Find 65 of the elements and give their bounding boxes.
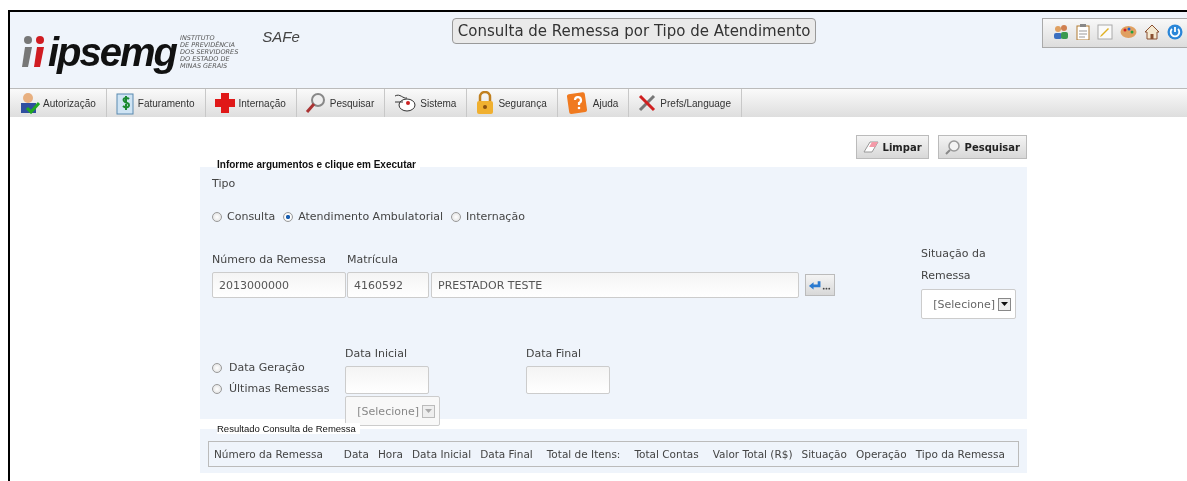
radio-label: Consulta	[227, 210, 276, 223]
radio-label: Atendimento Ambulatorial	[298, 210, 444, 223]
users-icon[interactable]	[1053, 24, 1069, 40]
app-name: SAFe	[262, 28, 300, 45]
menu-item[interactable]: Pesquisar	[296, 89, 386, 117]
pencil-icon[interactable]	[1097, 24, 1113, 40]
field-label: Data Inicial	[345, 347, 408, 360]
field-label: Situação da Remessa	[921, 246, 987, 284]
field-label: Número da Remessa	[212, 253, 327, 266]
radio-button[interactable]	[212, 211, 222, 222]
field-label: Tipo	[212, 177, 237, 190]
input-field[interactable]: 4160592	[347, 272, 429, 298]
column-header: Total Contas	[634, 448, 699, 460]
home-icon[interactable]	[1144, 24, 1160, 40]
radio-button[interactable]	[451, 211, 462, 222]
input-field[interactable]: PRESTADOR TESTE	[431, 272, 799, 298]
radio-label: Data Geração	[229, 361, 305, 374]
column-header: Total de Itens:	[546, 448, 621, 460]
menu-item[interactable]: Prefs/Language	[629, 89, 742, 117]
select-field[interactable]: [Selecione]	[921, 289, 1016, 319]
column-header: Hora	[377, 448, 403, 460]
page-title: Consulta de Remessa por Tipo de Atendimento	[451, 18, 817, 44]
user-check-icon	[18, 92, 40, 114]
palette-icon[interactable]	[1120, 25, 1137, 39]
column-header: Tipo da Remessa	[915, 448, 1005, 460]
column-header: Operação	[855, 448, 907, 460]
column-header: Número da Remessa	[214, 448, 323, 460]
search-icon	[304, 92, 327, 114]
menu-item[interactable]: Internação	[205, 89, 297, 117]
column-header: Data	[343, 448, 369, 460]
clear-button[interactable]: Limpar	[855, 135, 929, 159]
menu-item[interactable]: Faturamento	[106, 89, 206, 117]
menu-item[interactable]: Sistema	[385, 89, 468, 117]
date-field[interactable]	[526, 366, 610, 394]
eraser-icon	[862, 140, 879, 154]
dollar-document-icon	[114, 91, 135, 115]
column-header: Situação	[801, 448, 847, 460]
radio-button[interactable]	[212, 362, 222, 373]
search-button[interactable]: Pesquisar	[937, 135, 1027, 159]
lock-icon	[475, 91, 496, 115]
cross-icon	[213, 92, 236, 114]
radio-label: Internação	[466, 210, 525, 223]
lookup-button[interactable]	[805, 274, 835, 296]
form-legend: Informe argumentos e clique em Executar	[217, 159, 420, 170]
column-header: Data Inicial	[412, 448, 472, 460]
search-icon	[944, 139, 961, 155]
input-field[interactable]: 2013000000	[212, 272, 346, 298]
date-field[interactable]	[345, 366, 429, 394]
radio-button[interactable]	[283, 211, 294, 222]
menu-item[interactable]: Segurança	[467, 89, 558, 117]
column-header: Valor Total (R$)	[712, 448, 793, 460]
radio-button[interactable]	[212, 383, 222, 394]
help-icon	[565, 91, 590, 115]
results-legend: Resultado Consulta de Remessa	[217, 423, 360, 434]
field-label: Matrícula	[347, 253, 399, 266]
menu-item[interactable]: Ajuda	[557, 89, 630, 117]
enter-arrow-icon	[808, 279, 832, 291]
column-header: Data Final	[480, 448, 533, 460]
field-label: Data Final	[526, 347, 583, 360]
power-icon[interactable]	[1167, 24, 1183, 40]
radio-label: Últimas Remessas	[229, 382, 330, 395]
tools-icon	[637, 93, 658, 113]
mouse-icon	[393, 92, 418, 114]
clipboard-icon[interactable]	[1076, 24, 1090, 40]
menu-item[interactable]: Autorização	[10, 89, 107, 117]
